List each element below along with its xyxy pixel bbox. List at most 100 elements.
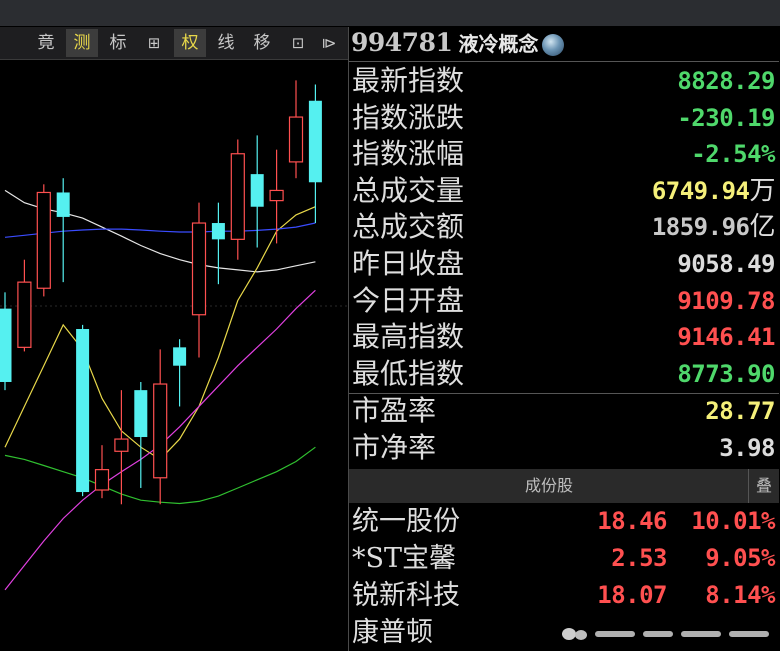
candle-body bbox=[76, 329, 90, 493]
window-icon[interactable]: ⊡ bbox=[282, 29, 314, 57]
candle-body bbox=[94, 469, 110, 491]
candle-body bbox=[0, 308, 12, 382]
pe-value: 28.77 bbox=[705, 397, 775, 425]
top-strip bbox=[0, 0, 780, 26]
candle[interactable] bbox=[288, 80, 304, 179]
tool-biao[interactable]: 标 bbox=[102, 29, 134, 57]
quote-row-value: -2.54% bbox=[691, 136, 775, 172]
quote-value-number: -230.19 bbox=[677, 103, 775, 132]
candle-body bbox=[114, 438, 129, 452]
tool-xian[interactable]: 线 bbox=[210, 29, 242, 57]
constituent-row[interactable]: 统一股份 18.46 10.01% bbox=[349, 503, 779, 540]
quote-row: 指数涨幅 -2.54% bbox=[349, 136, 779, 172]
quote-value-number: 1859.96 bbox=[651, 213, 750, 242]
constituent-name: 锐新科技 bbox=[352, 580, 460, 611]
quote-row-value: 9146.41 bbox=[677, 319, 775, 355]
candle[interactable] bbox=[114, 390, 129, 505]
quote-value-number: 9058.49 bbox=[677, 250, 775, 278]
quote-value-number: 8828.29 bbox=[677, 67, 775, 95]
candle-body bbox=[134, 390, 148, 438]
candle-body bbox=[308, 100, 322, 183]
constituents-title[interactable]: 成份股 bbox=[349, 469, 749, 503]
pe-label: 市盈率 bbox=[352, 394, 437, 427]
constituent-price: 18.46 bbox=[597, 507, 667, 535]
quote-row-value: 9058.49 bbox=[677, 246, 775, 282]
index-name: 液冷概念 bbox=[458, 32, 539, 56]
quote-panel: 994781 液冷概念 最新指数 8828.29 指数涨跌 -230.19 指数涨幅 -2.… bbox=[348, 27, 780, 651]
watermark-logo bbox=[562, 628, 769, 640]
quote-row-label: 指数涨幅 bbox=[352, 137, 465, 171]
candle[interactable] bbox=[308, 84, 322, 224]
candle-body bbox=[17, 281, 32, 348]
quote-title: 994781 液冷概念 bbox=[351, 27, 780, 59]
quote-row: 最高指数 9146.41 bbox=[349, 319, 779, 355]
quote-row-value: 8828.29 bbox=[677, 63, 775, 99]
candle[interactable] bbox=[17, 259, 32, 352]
index-code: 994781 bbox=[351, 28, 453, 57]
tool-yi[interactable]: 移 bbox=[246, 29, 278, 57]
candle[interactable] bbox=[56, 178, 70, 283]
quote-value-unit: 万 bbox=[749, 175, 775, 206]
quote-row-label: 最新指数 bbox=[352, 64, 465, 97]
quote-row-label: 今日开盘 bbox=[352, 283, 465, 317]
quote-row-label: 昨日收盘 bbox=[352, 247, 465, 280]
constituent-row[interactable]: 锐新科技 18.07 8.14% bbox=[349, 577, 779, 614]
quote-row-label: 总成交量 bbox=[352, 173, 465, 207]
quote-row-label: 指数涨跌 bbox=[352, 100, 465, 134]
tool-jing[interactable]: 竟 bbox=[30, 29, 62, 57]
quote-row-label: 最高指数 bbox=[352, 320, 465, 354]
candle[interactable] bbox=[76, 324, 90, 497]
constituent-name: 康普顿 bbox=[352, 617, 433, 648]
grid-icon[interactable]: ⊞ bbox=[138, 29, 170, 57]
constituent-name: *ST宝馨 bbox=[352, 543, 457, 574]
quote-row: 最新指数 8828.29 bbox=[349, 63, 779, 99]
quote-row: 指数涨跌 -230.19 bbox=[349, 100, 779, 136]
tool-ce[interactable]: 测 bbox=[66, 29, 98, 57]
divider bbox=[349, 61, 779, 62]
quote-row-label: 总成交额 bbox=[352, 210, 465, 244]
moving-average-line bbox=[4, 222, 316, 238]
constituent-row[interactable]: *ST宝馨 2.53 9.05% bbox=[349, 540, 779, 577]
pb-row: 市净率 3.98 bbox=[349, 430, 779, 466]
candle[interactable] bbox=[173, 339, 187, 407]
candle-body bbox=[211, 223, 225, 240]
quote-row: 今日开盘 9109.78 bbox=[349, 283, 779, 319]
candle[interactable] bbox=[211, 202, 225, 285]
candle-body bbox=[288, 116, 304, 163]
overlay-toggle-button[interactable]: 叠 bbox=[748, 469, 779, 503]
quote-value-number: 6749.94 bbox=[651, 176, 750, 205]
candle[interactable] bbox=[134, 381, 148, 488]
candle[interactable] bbox=[191, 202, 207, 358]
candle-body bbox=[250, 174, 264, 207]
candle-body bbox=[191, 222, 207, 316]
tool-quan[interactable]: 权 bbox=[174, 29, 206, 57]
pb-label: 市净率 bbox=[352, 431, 437, 464]
quote-row: 总成交量 6749.94万 bbox=[349, 173, 779, 209]
constituent-name: 统一股份 bbox=[352, 506, 460, 537]
constituent-change: 10.01% bbox=[691, 507, 775, 535]
quote-row: 最低指数 8773.90 bbox=[349, 356, 779, 392]
candle-body bbox=[173, 347, 187, 366]
quote-row: 昨日收盘 9058.49 bbox=[349, 246, 779, 282]
quote-row-value: -230.19 bbox=[677, 100, 775, 136]
candle-body bbox=[230, 153, 245, 240]
candle[interactable] bbox=[36, 184, 51, 297]
constituents-header: 成份股 叠 bbox=[349, 469, 779, 503]
quote-row-value: 1859.96亿 bbox=[651, 209, 776, 245]
quote-value-number: 8773.90 bbox=[677, 359, 775, 388]
constituent-price: 18.07 bbox=[597, 581, 667, 609]
quote-row: 总成交额 1859.96亿 bbox=[349, 209, 779, 245]
candle[interactable] bbox=[153, 349, 168, 505]
kline-chart[interactable] bbox=[0, 60, 348, 651]
candle-body bbox=[56, 192, 70, 217]
candle[interactable] bbox=[0, 292, 12, 391]
quote-value-unit: 亿 bbox=[749, 212, 775, 243]
candle-body bbox=[36, 191, 51, 289]
globe-icon[interactable] bbox=[542, 33, 565, 56]
pe-row: 市盈率 28.77 bbox=[349, 393, 779, 429]
candle[interactable] bbox=[94, 445, 110, 499]
quote-row-value: 9109.78 bbox=[677, 283, 775, 319]
candle[interactable] bbox=[230, 139, 245, 260]
candle-body bbox=[153, 383, 168, 479]
play-icon[interactable]: ⧐ bbox=[318, 29, 340, 57]
